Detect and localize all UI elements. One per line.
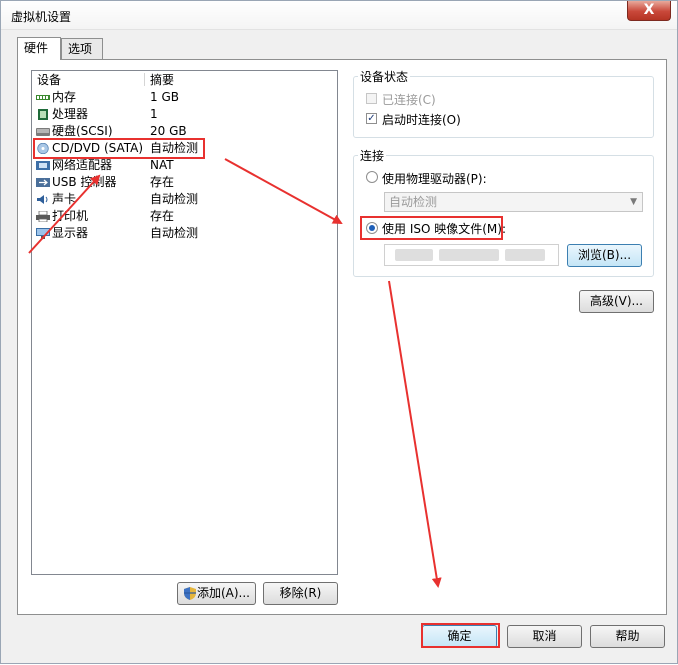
device-summary: 自动检测 (150, 226, 199, 240)
network-adapter-icon (36, 161, 50, 170)
connected-label: 已连接(C) (382, 93, 436, 107)
iso-image-label: 使用 ISO 映像文件(M): (382, 222, 506, 236)
vm-settings-dialog: 虚拟机设置 X 硬件 选项 设备 摘要 内存 1 GB 处理器 1 硬盘(SCS… (0, 0, 678, 664)
device-row-display[interactable]: 显示器 自动检测 (32, 225, 337, 242)
processor-icon (38, 109, 48, 120)
device-summary: 1 GB (150, 90, 179, 104)
help-button[interactable]: 帮助 (590, 625, 665, 648)
connection-title: 连接 (358, 147, 387, 164)
remove-button-label: 移除(R) (279, 586, 322, 600)
close-icon: X (643, 2, 655, 18)
physical-drive-label: 使用物理驱动器(P): (382, 172, 487, 186)
connect-at-power-on-checkbox[interactable]: ✓ (366, 113, 377, 124)
redacted-path-segment (395, 249, 433, 261)
display-icon (36, 228, 50, 239)
device-name: 声卡 (52, 192, 77, 206)
device-name: 显示器 (52, 226, 89, 240)
device-summary: NAT (150, 158, 174, 172)
device-list[interactable]: 设备 摘要 内存 1 GB 处理器 1 硬盘(SCSI) 20 GB CD/DV… (31, 70, 338, 575)
device-row-network-adapter[interactable]: 网络适配器 NAT (32, 157, 337, 174)
redacted-path-segment (439, 249, 499, 261)
iso-path-input[interactable] (384, 244, 559, 266)
device-summary: 存在 (150, 175, 175, 189)
header-summary[interactable]: 摘要 (150, 72, 174, 88)
shield-icon (184, 587, 196, 600)
device-summary: 存在 (150, 209, 175, 223)
add-device-button[interactable]: 添加(A)... (177, 582, 256, 605)
device-row-printer[interactable]: 打印机 存在 (32, 208, 337, 225)
device-name: 打印机 (52, 209, 89, 223)
title-bar: 虚拟机设置 X (1, 1, 677, 30)
redacted-path-segment (505, 249, 545, 261)
close-button[interactable]: X (627, 1, 671, 21)
connected-checkbox[interactable] (366, 93, 377, 104)
cancel-button[interactable]: 取消 (507, 625, 582, 648)
device-summary: 自动检测 (150, 192, 199, 206)
device-name: CD/DVD (SATA) (52, 141, 144, 155)
physical-drive-radio[interactable] (366, 171, 378, 183)
device-summary: 20 GB (150, 124, 187, 138)
cd-dvd-icon (37, 143, 49, 154)
device-name: 内存 (52, 90, 77, 104)
device-name: USB 控制器 (52, 175, 117, 189)
device-row-sound-card[interactable]: 声卡 自动检测 (32, 191, 337, 208)
remove-device-button[interactable]: 移除(R) (263, 582, 338, 605)
header-divider (144, 73, 145, 86)
iso-image-radio[interactable] (366, 222, 378, 234)
device-name: 硬盘(SCSI) (52, 124, 113, 138)
device-row-cd-dvd[interactable]: CD/DVD (SATA) 自动检测 (32, 140, 337, 157)
connect-at-power-on-label: 启动时连接(O) (382, 113, 461, 127)
memory-icon (36, 95, 50, 100)
device-row-hard-disk[interactable]: 硬盘(SCSI) 20 GB (32, 123, 337, 140)
device-row-processor[interactable]: 处理器 1 (32, 106, 337, 123)
device-summary: 1 (150, 107, 158, 121)
browse-button[interactable]: 浏览(B)... (567, 244, 642, 267)
window-title: 虚拟机设置 (11, 10, 72, 24)
device-summary: 自动检测 (150, 141, 199, 155)
dropdown-arrow-icon: ▼ (630, 197, 637, 207)
header-device[interactable]: 设备 (37, 72, 61, 88)
tab-options[interactable]: 选项 (61, 38, 103, 59)
list-header: 设备 摘要 (32, 71, 337, 88)
device-status-title: 设备状态 (358, 68, 411, 85)
hard-disk-icon (36, 128, 50, 136)
physical-drive-value: 自动检测 (389, 195, 438, 209)
tab-hardware[interactable]: 硬件 (17, 37, 61, 60)
physical-drive-select[interactable]: 自动检测 ▼ (384, 192, 643, 212)
printer-icon (36, 211, 50, 222)
device-name: 网络适配器 (52, 158, 113, 172)
device-name: 处理器 (52, 107, 89, 121)
usb-icon (36, 178, 50, 187)
ok-button[interactable]: 确定 (422, 625, 497, 648)
advanced-button[interactable]: 高级(V)... (579, 290, 654, 313)
device-row-usb[interactable]: USB 控制器 存在 (32, 174, 337, 191)
sound-card-icon (37, 195, 48, 204)
device-row-memory[interactable]: 内存 1 GB (32, 89, 337, 106)
